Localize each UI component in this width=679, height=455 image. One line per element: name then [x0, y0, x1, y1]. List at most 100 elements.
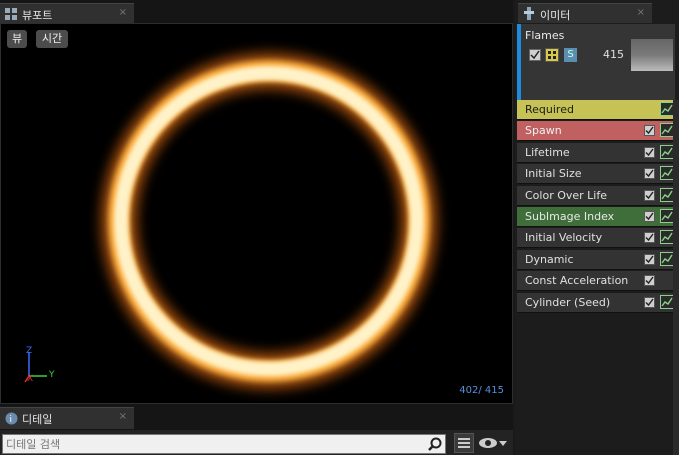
emitters-panel: 이미터 × Flames S 415 Required Spawn Lifetime… — [515, 0, 679, 455]
module-curve-editor-button[interactable] — [660, 144, 674, 159]
grid-icon — [458, 438, 470, 448]
viewport[interactable]: 뷰 시간 Z Y X 402/ 415 — [0, 23, 513, 404]
search-icon[interactable] — [428, 437, 442, 451]
tab-emitters[interactable]: 이미터 × — [518, 3, 652, 23]
module-row[interactable]: Cylinder (Seed) — [517, 292, 677, 313]
emitter-particle-count: 415 — [603, 48, 624, 61]
module-curve-editor-button[interactable] — [660, 294, 674, 309]
axis-x-label: X — [27, 374, 34, 384]
curve-graph-icon — [661, 254, 673, 264]
svg-text:i: i — [10, 415, 13, 425]
module-label: Const Acceleration — [525, 274, 629, 288]
module-label: Dynamic — [525, 252, 574, 266]
tab-details[interactable]: i 디테일 × — [0, 407, 134, 429]
tab-viewport-close-icon[interactable]: × — [119, 7, 127, 18]
emitter-solo-button[interactable]: S — [564, 48, 577, 62]
chevron-down-icon — [499, 441, 507, 446]
curve-graph-icon — [661, 297, 673, 307]
emitter-card[interactable]: Flames S 415 — [517, 24, 675, 104]
module-row[interactable]: Spawn — [517, 121, 677, 142]
module-label: Lifetime — [525, 145, 570, 159]
details-search-box[interactable] — [2, 434, 446, 454]
module-enable-checkbox[interactable] — [644, 168, 655, 180]
viewport-tab-strip: 뷰포트 × — [0, 0, 513, 23]
check-icon — [645, 255, 654, 263]
module-curve-editor-button[interactable] — [660, 209, 674, 223]
check-icon — [645, 276, 654, 285]
axis-gizmo-icon — [24, 352, 47, 383]
module-curve-editor-button[interactable] — [660, 102, 674, 116]
curve-graph-icon — [661, 168, 673, 178]
curve-graph-icon — [661, 233, 673, 242]
particle-count: 402/ 415 — [459, 385, 504, 396]
check-icon — [645, 126, 654, 135]
module-label: Spawn — [525, 124, 562, 138]
module-label: Initial Velocity — [525, 231, 603, 245]
tab-emitters-label: 이미터 — [540, 9, 571, 22]
tab-viewport[interactable]: 뷰포트 × — [0, 3, 134, 23]
module-enable-checkbox[interactable] — [644, 275, 655, 287]
tab-details-close-icon[interactable]: × — [119, 411, 127, 422]
module-enable-checkbox[interactable] — [644, 296, 655, 308]
emitter-name: Flames — [525, 29, 565, 42]
check-icon — [645, 191, 654, 199]
check-icon — [645, 212, 654, 221]
render-mode-icon — [548, 51, 556, 59]
module-enable-checkbox[interactable] — [644, 211, 655, 222]
module-label: Cylinder (Seed) — [525, 295, 611, 309]
curve-graph-icon — [661, 126, 673, 135]
details-tab-strip: i 디테일 × — [0, 404, 513, 430]
module-row[interactable]: Initial Velocity — [517, 228, 677, 249]
module-curve-editor-button[interactable] — [660, 123, 674, 138]
check-icon — [645, 298, 654, 306]
module-row[interactable]: Required — [517, 100, 677, 120]
module-row[interactable]: Initial Size — [517, 164, 677, 185]
flame-ring-core — [114, 66, 424, 376]
module-row[interactable]: Const Acceleration — [517, 271, 677, 292]
viewport-icon — [5, 8, 17, 20]
visibility-button[interactable] — [478, 434, 510, 452]
module-curve-editor-button[interactable] — [660, 166, 674, 181]
module-curve-editor-button[interactable] — [660, 251, 674, 266]
eye-icon — [479, 438, 497, 448]
check-icon — [645, 148, 654, 156]
curve-graph-icon — [661, 211, 673, 221]
module-list-scrollbar[interactable] — [673, 100, 679, 455]
module-label: SubImage Index — [525, 210, 615, 223]
emitter-icon — [524, 7, 534, 20]
emitter-thumbnail — [631, 39, 673, 71]
axis-z-label: Z — [26, 346, 33, 356]
module-curve-editor-button[interactable] — [660, 187, 674, 202]
module-row[interactable]: Dynamic — [517, 249, 677, 270]
module-enable-checkbox[interactable] — [644, 146, 655, 158]
details-icon: i — [5, 412, 18, 425]
emitter-render-mode-button[interactable] — [545, 48, 559, 62]
axis-y-label: Y — [49, 370, 55, 380]
module-label: Color Over Life — [525, 188, 607, 202]
module-enable-checkbox[interactable] — [644, 232, 655, 244]
module-curve-editor-button[interactable] — [660, 230, 674, 245]
curve-graph-icon — [661, 147, 673, 157]
module-enable-checkbox[interactable] — [644, 125, 655, 137]
check-icon — [530, 50, 540, 60]
curve-graph-icon — [661, 104, 673, 114]
view-button[interactable]: 뷰 — [7, 30, 27, 48]
check-icon — [645, 169, 654, 178]
tab-emitters-close-icon[interactable]: × — [637, 7, 645, 18]
module-enable-checkbox[interactable] — [644, 253, 655, 265]
emitter-enable-checkbox[interactable] — [529, 49, 541, 61]
time-button[interactable]: 시간 — [36, 30, 68, 48]
details-panel: i 디테일 × — [0, 404, 513, 455]
details-search-input[interactable] — [6, 437, 416, 451]
module-row[interactable]: SubImage Index — [517, 207, 677, 227]
module-enable-checkbox[interactable] — [644, 189, 655, 201]
check-icon — [645, 233, 654, 242]
module-label: Required — [525, 103, 574, 116]
module-row[interactable]: Color Over Life — [517, 185, 677, 206]
module-row[interactable]: Lifetime — [517, 142, 677, 163]
curve-graph-icon — [661, 190, 673, 200]
property-matrix-button[interactable] — [454, 433, 474, 453]
tab-details-label: 디테일 — [22, 413, 53, 426]
tab-viewport-label: 뷰포트 — [22, 9, 53, 22]
module-label: Initial Size — [525, 167, 582, 181]
